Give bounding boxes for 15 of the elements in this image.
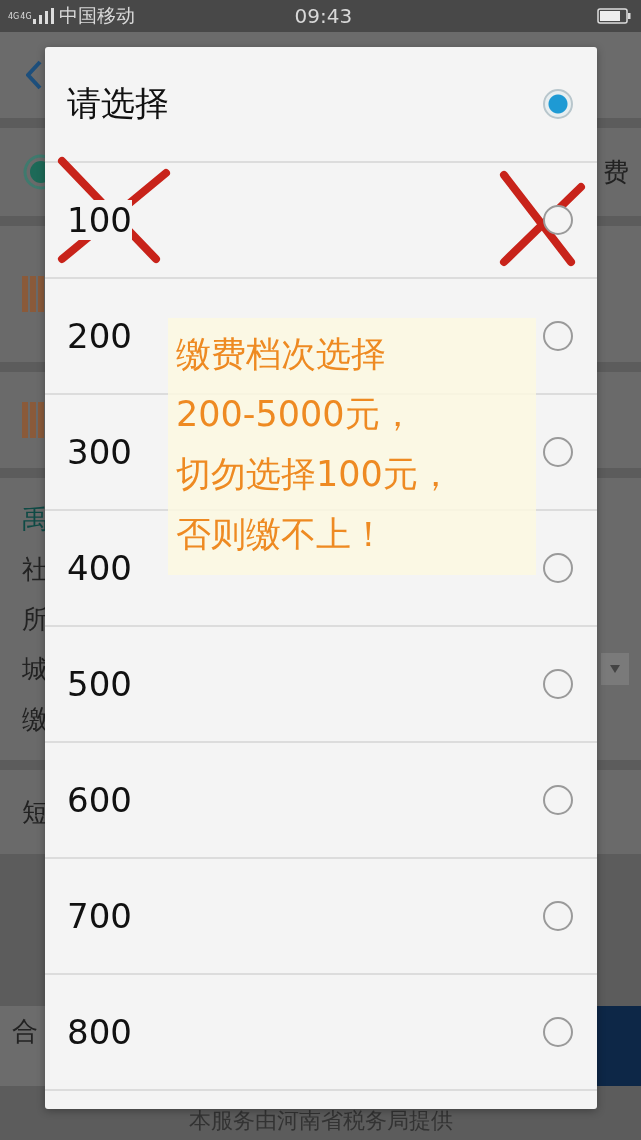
carrier-label: 中国移动	[58, 3, 135, 28]
field-label: 社	[22, 553, 48, 586]
clock-time: 09:43	[294, 4, 353, 28]
note-text: 否则缴不上！	[176, 513, 387, 556]
note-text: 缴费档次选择	[176, 333, 387, 376]
fee-label: 费	[603, 156, 629, 189]
option-label: 100	[67, 200, 132, 240]
note-text: 切勿选择100元，	[176, 453, 454, 496]
field-label: 缴	[22, 703, 48, 736]
total-label: 合	[12, 1015, 38, 1048]
field-label: 所	[22, 603, 48, 636]
network-label: 4G	[8, 11, 20, 21]
network-label: 4G	[20, 11, 32, 21]
note-text: 200-5000元，	[176, 393, 416, 436]
sms-label: 短	[22, 796, 48, 829]
